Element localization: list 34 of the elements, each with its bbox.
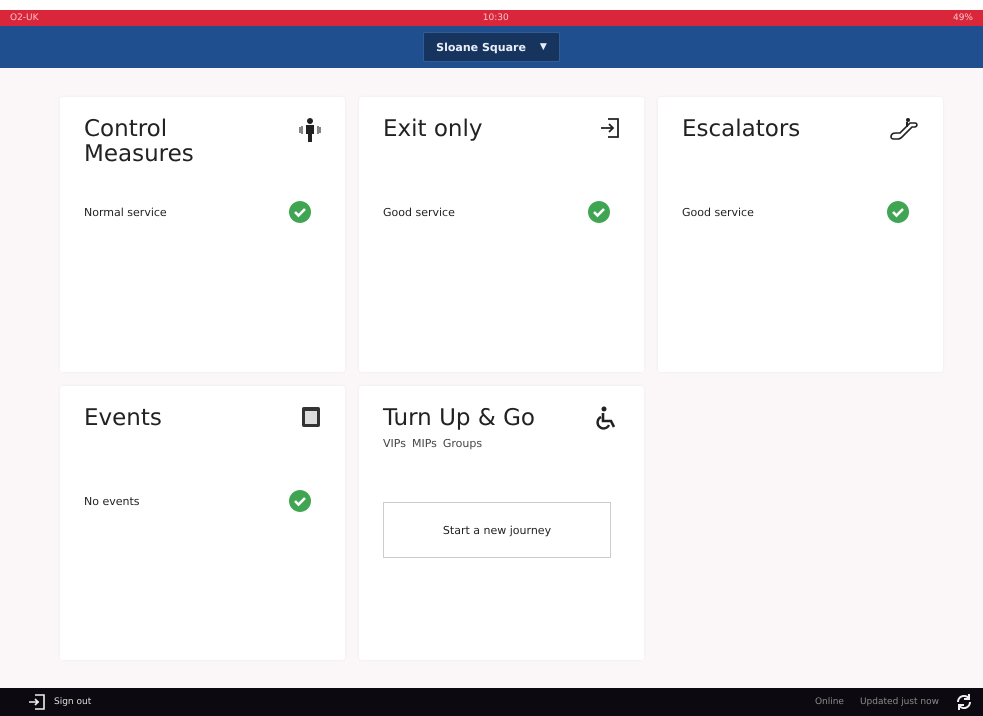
status-card[interactable]: Control Measures Normal service bbox=[60, 97, 345, 372]
clock-text: 10:30 bbox=[482, 13, 509, 23]
status-card[interactable]: Escalators Good service bbox=[658, 97, 943, 372]
check-icon bbox=[887, 201, 909, 223]
category-label: VIPs bbox=[383, 437, 406, 450]
carrier-text: O2-UK bbox=[10, 13, 39, 23]
card-title: Turn Up & Go bbox=[383, 406, 535, 431]
card-title: Exit only bbox=[383, 117, 483, 142]
battery-text: 49% bbox=[952, 13, 973, 23]
exit-icon bbox=[600, 117, 620, 139]
status-card[interactable]: Events No events bbox=[60, 386, 345, 660]
category-label: Groups bbox=[442, 437, 482, 450]
station-dropdown[interactable]: Sloane Square ▼ bbox=[423, 32, 560, 62]
check-icon bbox=[289, 490, 311, 512]
card-title: Escalators bbox=[682, 117, 800, 142]
sign-out-button[interactable]: Sign out bbox=[28, 694, 92, 710]
updated-status: Updated just now bbox=[860, 697, 939, 707]
category-label: MIPs bbox=[412, 437, 437, 450]
check-icon bbox=[588, 201, 610, 223]
refresh-icon[interactable] bbox=[955, 693, 973, 711]
check-icon bbox=[289, 201, 311, 223]
status-card[interactable]: Exit only Good service bbox=[359, 97, 644, 372]
calendar-icon bbox=[301, 406, 321, 428]
status-text: Normal service bbox=[84, 206, 167, 218]
start-journey-button[interactable]: Start a new journey bbox=[383, 502, 611, 558]
status-text: Good service bbox=[682, 206, 754, 218]
card-title: Events bbox=[84, 406, 162, 431]
escalator-icon bbox=[889, 117, 919, 141]
card-title: Control Measures bbox=[84, 117, 195, 167]
sign-out-icon bbox=[28, 694, 46, 710]
people-icon bbox=[299, 117, 321, 143]
connection-status: Online bbox=[814, 697, 844, 707]
status-text: Good service bbox=[383, 206, 455, 218]
status-text: No events bbox=[84, 494, 140, 508]
